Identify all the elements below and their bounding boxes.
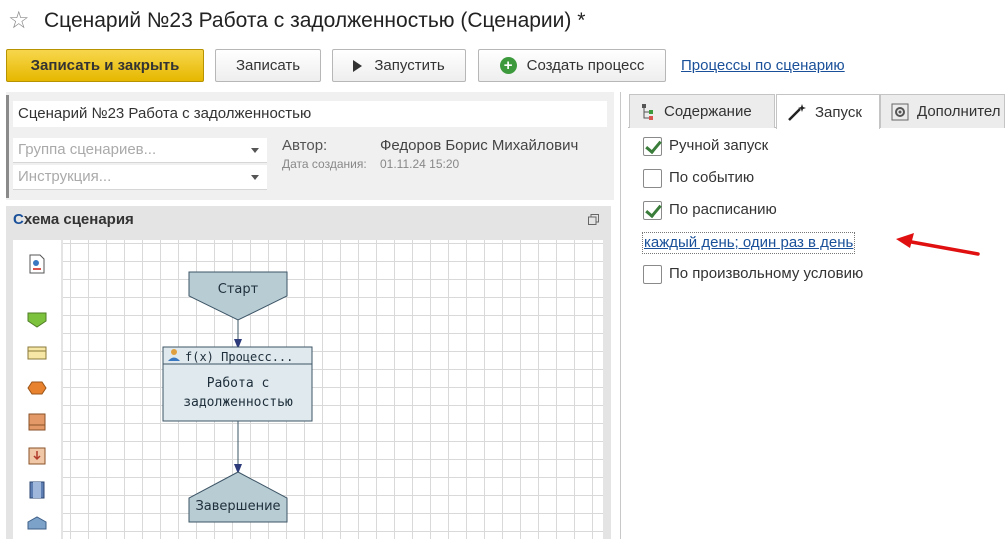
end-node[interactable] bbox=[188, 471, 288, 523]
processes-link[interactable]: Процессы по сценарию bbox=[681, 57, 845, 74]
start-node-label: Старт bbox=[218, 282, 259, 297]
end-shape-icon[interactable] bbox=[27, 516, 47, 530]
schema-title-rest: хема сценария bbox=[23, 211, 134, 228]
scenario-group-select[interactable]: Группа сценариев... bbox=[13, 138, 267, 163]
favorite-star-icon[interactable]: ☆ bbox=[8, 7, 30, 35]
process-label-line1: Работа с bbox=[207, 376, 270, 391]
schema-title: Схема сценария bbox=[13, 211, 134, 228]
panel-divider bbox=[620, 92, 621, 539]
tree-icon bbox=[642, 103, 653, 120]
instruction-select[interactable]: Инструкция... bbox=[13, 165, 267, 190]
dropdown-arrow-icon[interactable] bbox=[251, 175, 259, 180]
tab-content-label: Содержание bbox=[664, 103, 752, 120]
save-label: Записать bbox=[235, 57, 301, 74]
schema-diagram: Старт f(x) Процесс... Работа с задолженн… bbox=[162, 271, 313, 523]
form-accent-bar bbox=[6, 95, 9, 198]
run-button[interactable]: Запустить bbox=[332, 49, 466, 82]
start-shape-icon[interactable] bbox=[27, 312, 47, 328]
merge-shape-icon[interactable] bbox=[28, 447, 46, 465]
event-launch-label: По событию bbox=[669, 169, 755, 186]
creation-date-label: Дата создания: bbox=[282, 157, 367, 171]
page-title: Сценарий №23 Работа с задолженностью (Сц… bbox=[44, 9, 586, 32]
scenario-group-placeholder: Группа сценариев... bbox=[18, 141, 157, 158]
schema-title-initial: С bbox=[13, 211, 24, 228]
manual-launch-checkbox[interactable] bbox=[643, 136, 662, 156]
tab-launch-label: Запуск bbox=[815, 103, 862, 121]
subprocess-shape-icon[interactable] bbox=[28, 413, 46, 431]
save-and-close-button[interactable]: Записать и закрыть bbox=[6, 49, 204, 82]
red-arrow-icon bbox=[896, 233, 980, 256]
create-process-label: Создать процесс bbox=[526, 57, 645, 74]
settings-icon bbox=[891, 103, 909, 120]
author-label: Автор: bbox=[282, 137, 328, 154]
plus-icon: + bbox=[499, 57, 517, 74]
process-label-line2: задолженностью bbox=[183, 395, 293, 410]
run-label: Запустить bbox=[374, 57, 445, 74]
condition-shape-icon[interactable] bbox=[27, 381, 47, 395]
checkmark-icon bbox=[645, 200, 662, 219]
schedule-launch-label: По расписанию bbox=[669, 201, 777, 218]
popout-icon[interactable] bbox=[588, 214, 599, 225]
tab-launch[interactable]: Запуск bbox=[776, 94, 880, 129]
action-shape-icon[interactable] bbox=[27, 346, 47, 360]
play-icon bbox=[353, 59, 363, 72]
tab-additional[interactable]: Дополнител bbox=[880, 94, 1005, 128]
tab-additional-label: Дополнител bbox=[917, 103, 1001, 120]
schedule-launch-checkbox[interactable] bbox=[643, 200, 662, 220]
manual-launch-label: Ручной запуск bbox=[669, 137, 769, 154]
document-settings-icon[interactable] bbox=[28, 254, 46, 274]
custom-condition-checkbox[interactable] bbox=[643, 265, 662, 284]
dropdown-arrow-icon[interactable] bbox=[251, 148, 259, 153]
scenario-name-input[interactable]: Сценарий №23 Работа с задолженностью bbox=[13, 101, 607, 127]
process-header-label: f(x) Процесс... bbox=[185, 350, 293, 364]
schedule-settings-link[interactable]: каждый день; один раз в день bbox=[642, 232, 856, 254]
save-and-close-label: Записать и закрыть bbox=[30, 57, 180, 74]
instruction-placeholder: Инструкция... bbox=[18, 168, 112, 185]
create-process-button[interactable]: + Создать процесс bbox=[478, 49, 666, 82]
author-value: Федоров Борис Михайлович bbox=[380, 137, 579, 154]
nested-process-shape-icon[interactable] bbox=[29, 481, 45, 499]
save-button[interactable]: Записать bbox=[215, 49, 321, 82]
end-node-label: Завершение bbox=[195, 499, 280, 514]
checkmark-icon bbox=[645, 136, 662, 155]
shape-palette bbox=[13, 240, 61, 539]
custom-condition-label: По произвольному условию bbox=[669, 265, 864, 282]
magic-wand-icon bbox=[788, 104, 806, 121]
event-launch-checkbox[interactable] bbox=[643, 169, 662, 188]
creation-date-value: 01.11.24 15:20 bbox=[380, 157, 460, 171]
tab-content[interactable]: Содержание bbox=[629, 94, 775, 128]
